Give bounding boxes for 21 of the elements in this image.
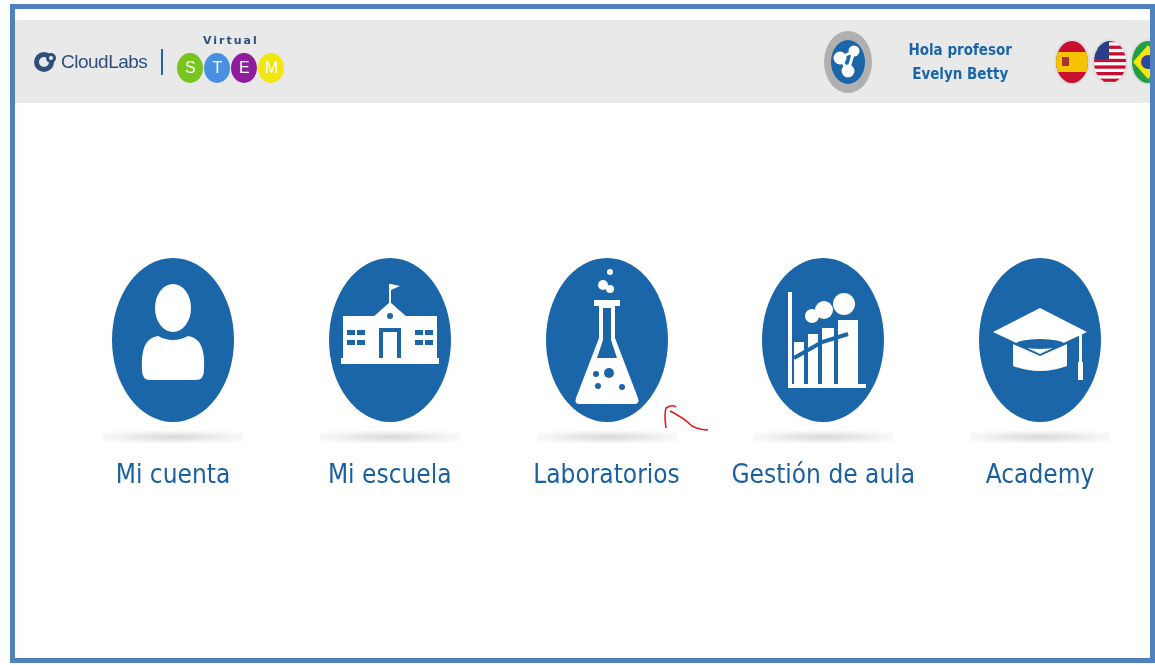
- school-icon[interactable]: [328, 258, 451, 423]
- stem-letter: M: [258, 53, 285, 83]
- tagline: Virtual: [202, 34, 259, 47]
- graduation-cap-icon[interactable]: [979, 258, 1101, 423]
- menu-label[interactable]: Laboratorios: [533, 459, 680, 489]
- avatar-icon[interactable]: [824, 30, 873, 93]
- user-name: Evelyn Betty: [912, 63, 1009, 85]
- menu-label[interactable]: Academy: [985, 459, 1095, 489]
- spain-flag-icon[interactable]: [1054, 38, 1090, 85]
- brand-name: CloudLabs: [61, 50, 148, 73]
- menu-label[interactable]: Gestión de aula: [731, 459, 916, 489]
- growth-chart-icon[interactable]: [762, 258, 885, 423]
- usa-flag-icon[interactable]: [1092, 38, 1128, 85]
- greeting: Hola profesor: [908, 39, 1012, 61]
- flask-icon[interactable]: [545, 258, 668, 423]
- menu-label[interactable]: Mi escuela: [327, 459, 452, 489]
- stem-letter: T: [204, 53, 231, 83]
- stem-letter: S: [177, 53, 204, 83]
- stem-letter: E: [231, 53, 258, 83]
- menu-label[interactable]: Mi cuenta: [115, 459, 231, 489]
- user-icon[interactable]: [112, 258, 234, 423]
